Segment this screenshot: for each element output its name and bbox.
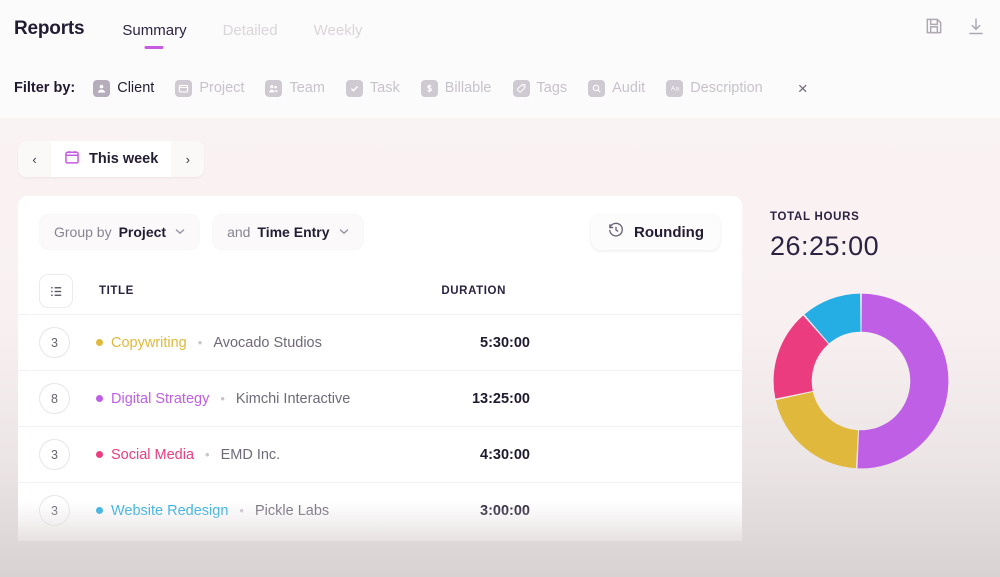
project-color-dot — [96, 451, 103, 458]
clock-rewind-icon — [607, 221, 625, 243]
client-name: EMD Inc. — [220, 446, 281, 463]
person-icon — [93, 79, 111, 97]
row-duration: 13:25:00 — [471, 390, 530, 407]
tag-icon — [512, 79, 530, 97]
filter-team[interactable]: Team — [265, 79, 325, 97]
app-header: Reports Summary Detailed Weekly — [0, 0, 1000, 58]
date-range-label: This week — [89, 151, 159, 167]
project-name[interactable]: Social Media — [111, 447, 194, 463]
column-header-duration: DURATION — [441, 285, 506, 297]
row-duration: 3:00:00 — [480, 502, 530, 519]
list-view-icon[interactable] — [40, 275, 72, 307]
filter-audit-label: Audit — [612, 80, 646, 96]
tab-weekly[interactable]: Weekly — [314, 20, 363, 39]
text-aa-icon: Aa — [666, 79, 684, 97]
tab-summary[interactable]: Summary — [122, 20, 186, 39]
hours-donut-chart — [773, 293, 949, 469]
project-name[interactable]: Copywriting — [111, 335, 187, 351]
clear-filters-button[interactable]: × — [798, 80, 808, 97]
rounding-button[interactable]: Rounding — [591, 214, 720, 250]
filter-audit[interactable]: Audit — [588, 79, 646, 97]
client-name: Pickle Labs — [254, 502, 330, 519]
download-icon[interactable] — [966, 16, 986, 36]
save-icon[interactable] — [924, 16, 944, 36]
group-by-prefix: Group by — [54, 224, 112, 240]
filter-bar: Filter by: Client Project Team Task Bill… — [0, 58, 1000, 118]
filter-by-label: Filter by: — [14, 80, 76, 96]
magnifier-icon — [588, 79, 606, 97]
entry-count-badge: 8 — [40, 384, 69, 413]
prev-period-button[interactable]: ‹ — [18, 141, 51, 177]
entry-count-badge: 3 — [40, 496, 69, 525]
filter-project-label: Project — [199, 80, 245, 96]
donut-slices — [773, 293, 949, 469]
rounding-label: Rounding — [634, 223, 704, 241]
column-header-title: TITLE — [99, 285, 134, 297]
secondary-value: Time Entry — [257, 224, 330, 240]
row-duration: 4:30:00 — [480, 446, 530, 463]
total-hours-label: TOTAL HOURS — [770, 211, 860, 223]
donut-slice-digital-strategy[interactable] — [857, 293, 949, 469]
checkbox-icon — [345, 79, 363, 97]
filter-description-label: Description — [690, 80, 763, 96]
project-name[interactable]: Digital Strategy — [111, 391, 209, 407]
filter-team-label: Team — [289, 80, 325, 96]
project-color-dot — [96, 339, 103, 346]
filter-billable-label: Billable — [444, 80, 492, 96]
folder-icon — [175, 79, 193, 97]
secondary-group-dropdown[interactable]: and Time Entry — [213, 215, 363, 249]
separator-dot: • — [197, 335, 203, 350]
calendar-icon — [64, 149, 80, 170]
card-toolbar: Group by Project and Time Entry Rounding — [18, 196, 742, 268]
secondary-prefix: and — [227, 224, 251, 240]
table-header: TITLE DURATION — [18, 268, 742, 314]
entry-count-badge: 3 — [40, 440, 69, 469]
filter-description[interactable]: Aa Description — [666, 79, 763, 97]
next-period-button[interactable]: › — [171, 141, 205, 177]
tab-detailed[interactable]: Detailed — [223, 20, 278, 39]
filter-tags-label: Tags — [536, 80, 568, 96]
separator-dot: • — [205, 447, 210, 462]
page-title: Reports — [14, 18, 85, 39]
group-by-value: Project — [118, 224, 167, 240]
filter-billable[interactable]: Billable — [420, 79, 492, 97]
donut-slice-copywriting[interactable] — [775, 391, 859, 469]
filter-task[interactable]: Task — [345, 79, 400, 97]
project-color-dot — [96, 507, 103, 514]
date-range-selector[interactable]: This week — [51, 141, 172, 177]
project-color-dot — [96, 395, 103, 402]
separator-dot: • — [239, 503, 244, 518]
filter-task-label: Task — [369, 80, 400, 96]
project-name[interactable]: Website Redesign — [111, 503, 228, 519]
filter-project[interactable]: Project — [175, 79, 245, 97]
team-icon — [265, 79, 283, 97]
svg-text:Aa: Aa — [671, 86, 679, 93]
group-by-dropdown[interactable]: Group by Project — [40, 215, 200, 249]
totals-panel: TOTAL HOURS 26:25:00 — [770, 211, 985, 262]
report-card: Group by Project and Time Entry Rounding… — [18, 196, 742, 541]
chevron-down-icon — [175, 227, 185, 238]
report-tabs: Summary Detailed Weekly — [122, 0, 362, 58]
date-range-nav: ‹ This week › — [18, 141, 205, 177]
table-row[interactable]: 3 Website Redesign • Pickle Labs 3:00:00 — [18, 482, 742, 538]
entry-count-badge: 3 — [40, 328, 69, 357]
filter-client[interactable]: Client — [93, 79, 155, 97]
separator-dot: • — [220, 391, 225, 406]
table-row[interactable]: 3 Copywriting • Avocado Studios 5:30:00 — [18, 314, 742, 370]
client-name: Kimchi Interactive — [235, 390, 351, 407]
total-hours-value: 26:25:00 — [770, 231, 880, 261]
table-row[interactable]: 3 Social Media • EMD Inc. 4:30:00 — [18, 426, 742, 482]
header-actions — [924, 16, 986, 36]
filter-tags[interactable]: Tags — [512, 79, 568, 97]
reports-page: Reports Summary Detailed Weekly Filter b… — [0, 0, 1000, 577]
table-row[interactable]: 8 Digital Strategy • Kimchi Interactive … — [18, 370, 742, 426]
row-duration: 5:30:00 — [480, 334, 530, 351]
client-name: Avocado Studios — [213, 334, 322, 351]
filter-client-label: Client — [117, 80, 155, 96]
dollar-icon — [420, 79, 438, 97]
chevron-down-icon — [339, 227, 349, 238]
